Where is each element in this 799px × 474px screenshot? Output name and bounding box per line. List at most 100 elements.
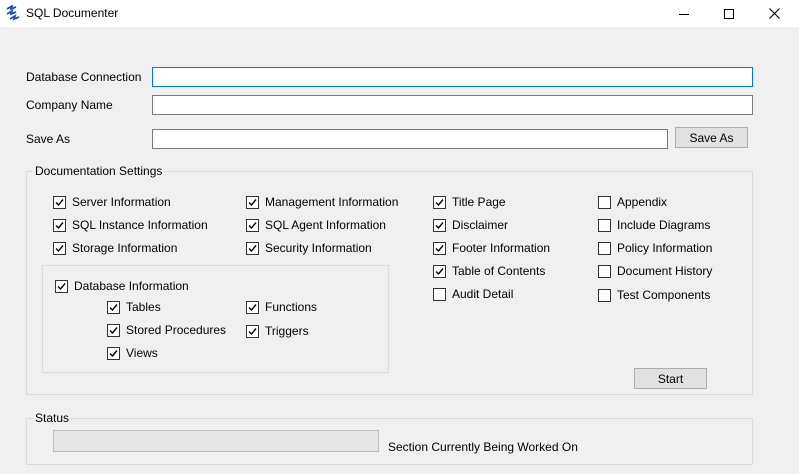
documentation-settings-title: Documentation Settings: [33, 164, 165, 178]
include-diagrams-checkbox[interactable]: Include Diagrams: [598, 217, 710, 233]
checkmark-icon: [248, 327, 257, 335]
security-information-checkbox[interactable]: Security Information: [246, 240, 372, 256]
checkmark-icon: [109, 303, 118, 311]
progress-bar: [53, 430, 379, 452]
status-title: Status: [33, 411, 72, 425]
checkbox-box: [433, 287, 446, 301]
functions-checkbox[interactable]: Functions: [246, 299, 317, 315]
checkbox-box: [53, 218, 66, 232]
minimize-icon: [679, 13, 689, 15]
checkbox-label: SQL Instance Information: [72, 218, 208, 232]
checkmark-icon: [57, 282, 66, 290]
checkbox-label: Test Components: [617, 288, 711, 302]
database-information-checkbox[interactable]: Database Information: [55, 278, 189, 294]
triggers-checkbox[interactable]: Triggers: [246, 323, 309, 339]
checkbox-box: [433, 218, 446, 232]
checkbox-box: [598, 288, 611, 302]
checkbox-box: [107, 300, 120, 314]
audit-detail-checkbox[interactable]: Audit Detail: [433, 286, 513, 302]
appendix-checkbox[interactable]: Appendix: [598, 194, 667, 210]
sql-documenter-logo-icon: [6, 5, 20, 21]
checkmark-icon: [435, 198, 444, 206]
stored-procedures-checkbox[interactable]: Stored Procedures: [107, 322, 226, 338]
checkbox-label: Storage Information: [72, 241, 178, 255]
views-checkbox[interactable]: Views: [107, 345, 158, 361]
checkbox-label: Triggers: [265, 324, 309, 338]
checkbox-box: [246, 300, 259, 314]
footer-information-checkbox[interactable]: Footer Information: [433, 240, 550, 256]
database-connection-input[interactable]: [152, 67, 753, 87]
checkbox-box: [246, 324, 259, 338]
checkbox-label: Stored Procedures: [126, 323, 227, 337]
checkbox-label: Views: [126, 346, 158, 360]
checkmark-icon: [248, 198, 257, 206]
checkbox-box: [433, 241, 446, 255]
sql-agent-information-checkbox[interactable]: SQL Agent Information: [246, 217, 386, 233]
sql-instance-information-checkbox[interactable]: SQL Instance Information: [53, 217, 208, 233]
checkbox-box: [246, 195, 259, 209]
checkbox-label: Include Diagrams: [617, 218, 711, 232]
checkbox-label: Policy Information: [617, 241, 713, 255]
policy-information-checkbox[interactable]: Policy Information: [598, 240, 712, 256]
checkmark-icon: [435, 244, 444, 252]
checkbox-box: [53, 195, 66, 209]
checkbox-label: Database Information: [74, 279, 189, 293]
company-name-input[interactable]: [152, 95, 753, 115]
window-title: SQL Documenter: [26, 6, 119, 20]
database-connection-label: Database Connection: [26, 70, 142, 84]
test-components-checkbox[interactable]: Test Components: [598, 287, 710, 303]
checkbox-box: [433, 195, 446, 209]
save-as-input[interactable]: [152, 129, 668, 149]
checkbox-box: [107, 346, 120, 360]
checkbox-label: Audit Detail: [452, 287, 514, 301]
checkbox-label: Footer Information: [452, 241, 551, 255]
checkmark-icon: [55, 198, 64, 206]
storage-information-checkbox[interactable]: Storage Information: [53, 240, 177, 256]
checkbox-label: Appendix: [617, 195, 668, 209]
checkbox-box: [246, 241, 259, 255]
disclaimer-checkbox[interactable]: Disclaimer: [433, 217, 508, 233]
checkbox-box: [433, 264, 446, 278]
checkbox-label: Management Information: [265, 195, 399, 209]
save-as-label: Save As: [26, 132, 71, 146]
minimize-button[interactable]: [661, 0, 707, 27]
management-information-checkbox[interactable]: Management Information: [246, 194, 398, 210]
title-page-checkbox[interactable]: Title Page: [433, 194, 506, 210]
checkmark-icon: [55, 221, 64, 229]
maximize-button[interactable]: [706, 0, 752, 27]
checkbox-label: Table of Contents: [452, 264, 546, 278]
checkbox-label: Server Information: [72, 195, 171, 209]
close-button[interactable]: [751, 0, 797, 27]
title-bar: SQL Documenter: [0, 0, 799, 27]
checkbox-box: [598, 195, 611, 209]
checkbox-label: SQL Agent Information: [265, 218, 386, 232]
save-as-button[interactable]: Save As: [675, 127, 748, 148]
checkbox-box: [55, 279, 68, 293]
status-section-text: Section Currently Being Worked On: [388, 440, 578, 454]
checkmark-icon: [248, 244, 257, 252]
checkmark-icon: [435, 267, 444, 275]
start-button[interactable]: Start: [634, 368, 707, 389]
checkbox-box: [598, 241, 611, 255]
checkmark-icon: [109, 349, 118, 357]
checkbox-box: [598, 218, 611, 232]
checkmark-icon: [109, 326, 118, 334]
checkbox-label: Document History: [617, 264, 713, 278]
checkmark-icon: [248, 303, 257, 311]
close-icon: [768, 8, 780, 19]
document-history-checkbox[interactable]: Document History: [598, 263, 712, 279]
company-name-label: Company Name: [26, 98, 113, 112]
tables-checkbox[interactable]: Tables: [107, 299, 161, 315]
maximize-icon: [724, 8, 734, 19]
checkbox-label: Functions: [265, 300, 318, 314]
server-information-checkbox[interactable]: Server Information: [53, 194, 171, 210]
checkmark-icon: [435, 221, 444, 229]
checkbox-box: [107, 323, 120, 337]
checkmark-icon: [55, 244, 64, 252]
checkbox-label: Tables: [126, 300, 161, 314]
checkbox-label: Title Page: [452, 195, 506, 209]
checkbox-box: [53, 241, 66, 255]
checkbox-box: [598, 264, 611, 278]
table-of-contents-checkbox[interactable]: Table of Contents: [433, 263, 545, 279]
checkbox-label: Disclaimer: [452, 218, 509, 232]
